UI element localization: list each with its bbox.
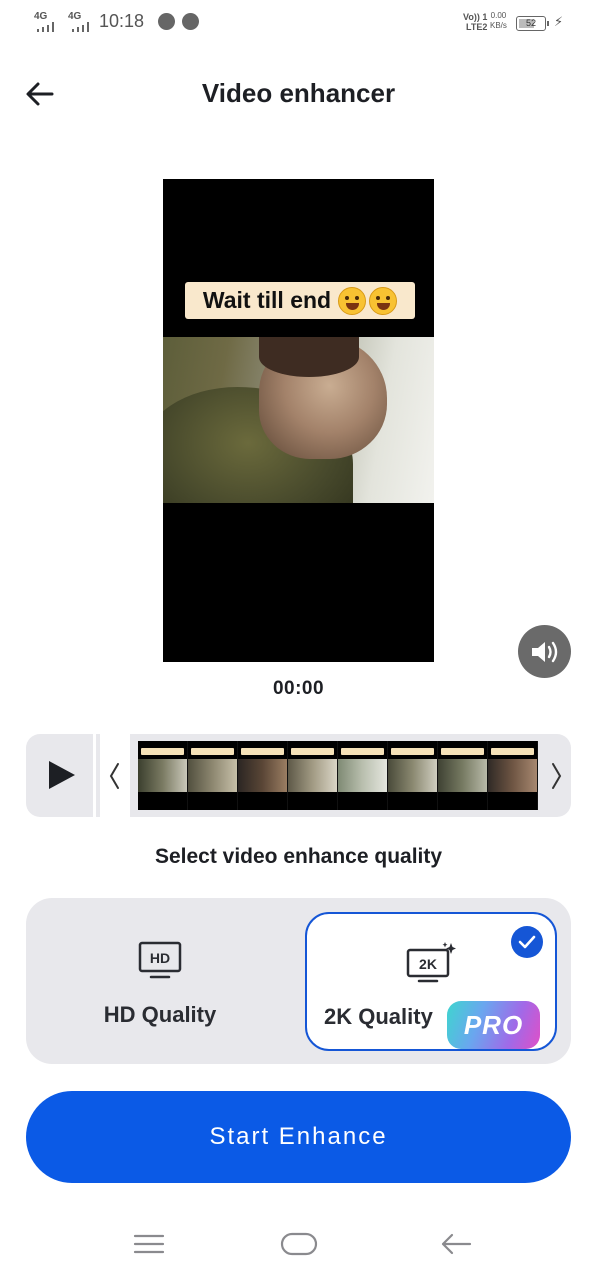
thumbnail-caption [491, 748, 534, 755]
thumbnail-caption [441, 748, 484, 755]
system-nav-bar [0, 1215, 597, 1275]
selected-check-icon [511, 926, 543, 958]
video-caption: Wait till end [185, 282, 415, 319]
nav-back-button[interactable] [436, 1227, 476, 1261]
thumbnail-caption [341, 748, 384, 755]
thumbnail-image [488, 759, 537, 792]
trim-handle-right[interactable] [541, 734, 571, 817]
volume-button[interactable] [518, 625, 571, 678]
video-frame-image [163, 337, 434, 503]
battery-level: 52 [525, 18, 536, 28]
back-icon [441, 1233, 472, 1255]
thumbnail-image [288, 759, 337, 792]
thumbnail-image [238, 759, 287, 792]
video-caption-text: Wait till end [202, 287, 332, 313]
filmstrip-thumbnail [238, 741, 288, 810]
thumbnail-image [438, 759, 487, 792]
filmstrip-thumbnail [488, 741, 538, 810]
thumbnail-caption [391, 748, 434, 755]
hd-quality-option[interactable]: HD HD Quality [34, 912, 286, 1051]
thumbnail-caption [241, 748, 284, 755]
signal-icon-2 [72, 22, 96, 32]
thumbnail-image [138, 759, 187, 792]
speaker-icon [531, 641, 557, 662]
network-type-2: 4G [68, 11, 82, 22]
trim-handle-left[interactable] [100, 734, 130, 817]
filmstrip-thumbnail [438, 741, 488, 810]
laughing-tears-emoji-icon [338, 286, 367, 315]
svg-text:HD: HD [150, 950, 170, 966]
status-bar: 4G 4G 10:18 Vo)) 1 LTE2 0.00 KB/s 52 ⚡ [0, 0, 597, 46]
network-type-1: 4G [34, 11, 48, 22]
menu-icon [133, 1234, 165, 1254]
filmstrip-thumbnail [288, 741, 338, 810]
play-button[interactable] [38, 751, 86, 799]
thumbnail-caption [141, 748, 184, 755]
battery-icon: 52 [516, 16, 549, 31]
nav-menu-button[interactable] [129, 1227, 169, 1261]
quality-selector: HD HD Quality 2K 2K Quality PRO [26, 898, 571, 1064]
sweat-smile-emoji-icon [369, 286, 398, 315]
thumbnail-image [338, 759, 387, 792]
page-title: Video enhancer [201, 78, 396, 108]
notification-icon-check [158, 13, 175, 30]
timeline-divider [93, 734, 96, 817]
thumbnail-caption [191, 748, 234, 755]
start-enhance-label: Start Enhance [209, 1123, 388, 1150]
2k-quality-option[interactable]: 2K 2K Quality PRO [305, 912, 557, 1051]
filmstrip-thumbnail [188, 741, 238, 810]
play-icon [49, 761, 75, 789]
hd-quality-label: HD Quality [103, 1002, 217, 1027]
video-timecode: 00:00 [272, 678, 325, 699]
2k-monitor-sparkle-icon: 2K [405, 942, 457, 989]
thumbnail-image [188, 759, 237, 792]
filmstrip-thumbnail [138, 741, 188, 810]
volte-indicator: Vo)) 1 LTE2 [463, 12, 488, 32]
pro-badge: PRO [447, 1001, 540, 1049]
charging-icon: ⚡ [554, 14, 564, 29]
nav-home-button[interactable] [279, 1227, 319, 1261]
thumbnail-image [388, 759, 437, 792]
quality-heading: Select video enhance quality [154, 845, 443, 868]
signal-icon-1 [37, 22, 61, 32]
filmstrip-thumbnail [338, 741, 388, 810]
video-preview[interactable]: Wait till end [163, 179, 434, 662]
filmstrip-thumbnail [388, 741, 438, 810]
start-enhance-button[interactable]: Start Enhance [26, 1091, 571, 1183]
filmstrip[interactable] [138, 741, 538, 810]
chevron-right-icon [552, 762, 562, 789]
status-time: 10:18 [99, 11, 145, 31]
svg-text:2K: 2K [419, 956, 437, 972]
notification-icon-leaf [182, 13, 199, 30]
thumbnail-caption [291, 748, 334, 755]
video-timeline [26, 734, 571, 817]
chevron-left-icon [109, 762, 119, 789]
network-speed: 0.00 KB/s [490, 11, 507, 30]
home-icon [280, 1232, 318, 1256]
hd-monitor-icon: HD [137, 940, 183, 987]
pro-badge-text: PRO [463, 1009, 524, 1040]
